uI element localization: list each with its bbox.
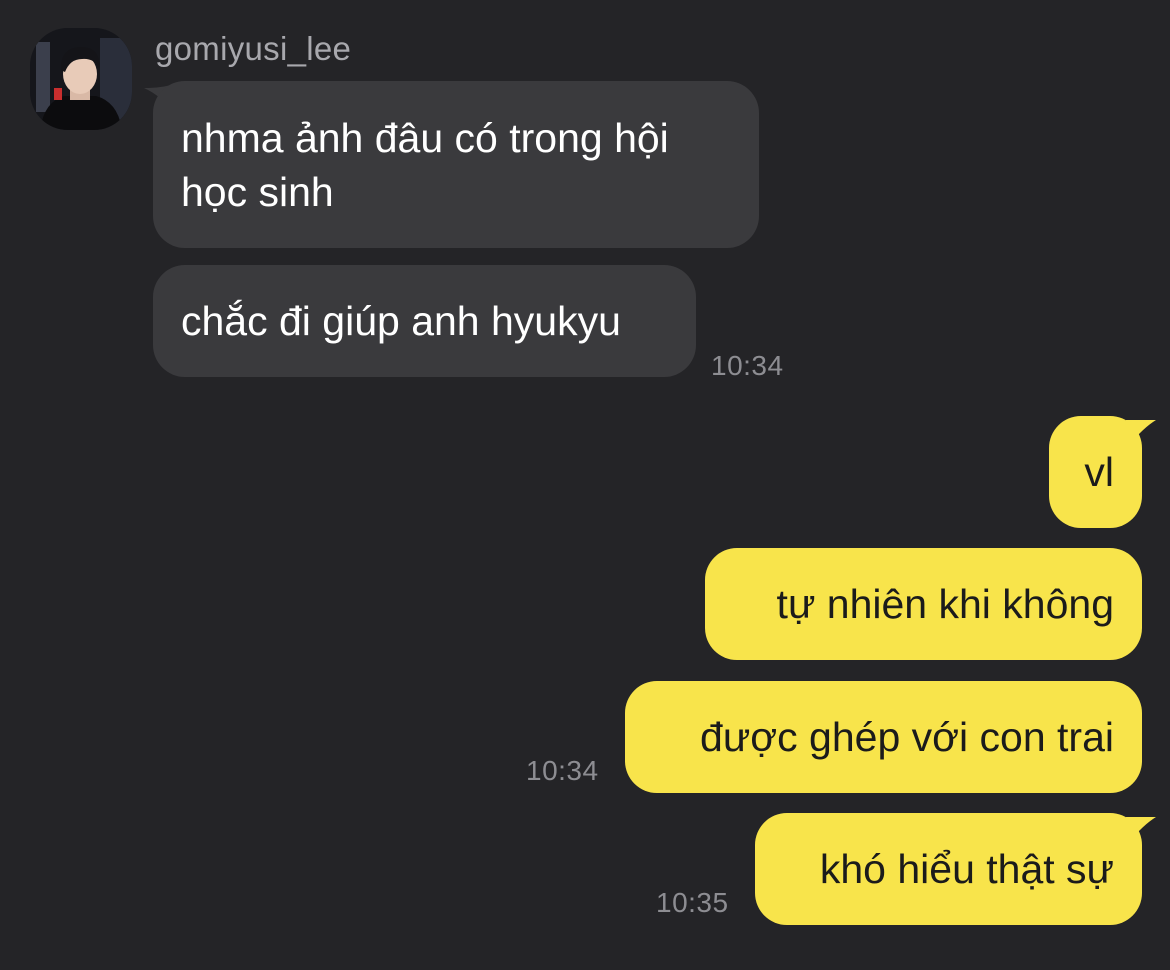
incoming-message[interactable]: chắc đi giúp anh hyukyu <box>153 265 696 377</box>
outgoing-message-text: vl <box>1084 449 1114 495</box>
outgoing-message[interactable]: khó hiểu thật sự <box>755 813 1142 925</box>
outgoing-timestamp: 10:35 <box>656 887 729 918</box>
outgoing-message-text: khó hiểu thật sự <box>819 846 1114 892</box>
outgoing-message[interactable]: được ghép với con trai <box>625 681 1142 793</box>
incoming-message[interactable]: nhma ảnh đâu có trong hội học sinh <box>153 81 759 248</box>
sender-avatar[interactable] <box>30 28 132 130</box>
incoming-message-text: nhma ảnh đâu có trong hội học sinh <box>181 115 669 215</box>
outgoing-message[interactable]: tự nhiên khi không <box>705 548 1142 660</box>
outgoing-timestamp: 10:34 <box>526 755 599 786</box>
outgoing-message-text: tự nhiên khi không <box>776 581 1114 627</box>
outgoing-message[interactable]: vl <box>1049 416 1142 528</box>
incoming-message-text: chắc đi giúp anh hyukyu <box>181 298 621 344</box>
sender-name: gomiyusi_lee <box>155 30 352 67</box>
incoming-timestamp: 10:34 <box>711 350 784 381</box>
outgoing-message-text: được ghép với con trai <box>700 714 1114 760</box>
